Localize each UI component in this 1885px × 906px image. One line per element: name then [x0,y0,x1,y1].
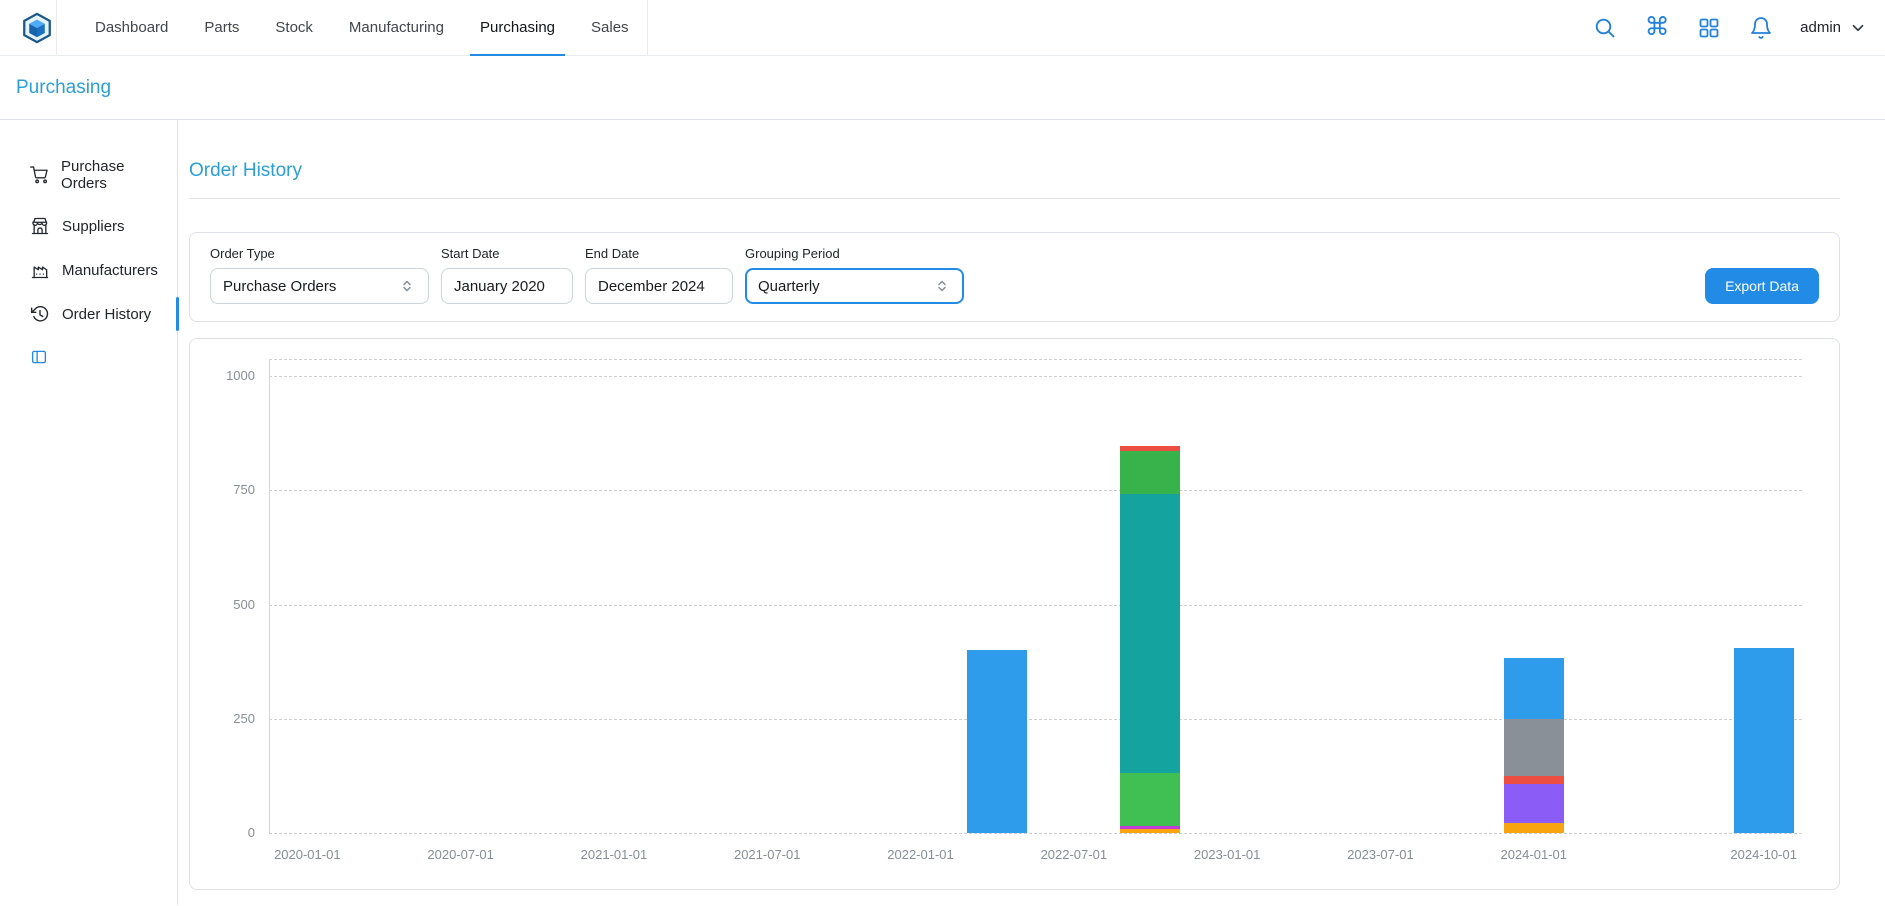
order-history-chart: 0 250 500 750 1000 2020-01-01 2020-07-01 2021-0… [190,339,1839,889]
y-axis-label: 500 [207,597,255,612]
filter-panel: Order Type Purchase Orders Start Date Ja… [189,232,1840,322]
sidebar-item-label: Purchase Orders [61,158,169,192]
chart-gridline [269,719,1802,720]
start-date-value: January 2020 [454,278,545,295]
chart-bar-segment [1504,823,1564,833]
top-navbar: Dashboard Parts Stock Manufacturing Purc… [0,0,1885,56]
chart-bar-segment [1120,829,1180,833]
end-date-value: December 2024 [598,278,705,295]
x-axis-label: 2024-01-01 [1474,847,1594,862]
chart-bar-segment [1734,648,1794,833]
factory-icon [30,260,50,280]
qr-grid-icon[interactable] [1696,15,1722,41]
chart-bar [1504,658,1564,833]
title-divider [189,198,1840,199]
app-logo[interactable] [18,9,56,47]
start-date-label: Start Date [441,246,573,261]
chart-bar [967,650,1027,833]
history-icon [30,304,50,324]
select-chevrons-icon [398,277,416,295]
chart-bar [1734,648,1794,833]
page-header: Purchasing [0,56,1885,120]
sidebar-collapse-icon[interactable] [30,348,50,368]
chart-gridline [269,605,1802,606]
chart-gridline [269,376,1802,377]
search-icon[interactable] [1592,15,1618,41]
tab-dashboard[interactable]: Dashboard [77,0,186,56]
grouping-period-value: Quarterly [758,278,820,295]
main-nav-tabs: Dashboard Parts Stock Manufacturing Purc… [77,0,647,56]
chart-gridline [269,833,1802,834]
sidebar-item-order-history[interactable]: Order History [0,292,177,336]
x-axis-label: 2022-07-01 [1014,847,1134,862]
chart-bar-segment [1504,776,1564,784]
chevron-down-icon [1849,19,1867,37]
command-palette-icon[interactable]: ⌘ [1644,15,1670,41]
y-axis-label: 0 [207,825,255,840]
main-panel: Order History Order Type Purchase Orders… [178,120,1885,905]
sidebar: Purchase Orders Suppliers Manufacturers [0,120,178,905]
chart-bar-segment [1120,451,1180,494]
chart-bar-segment [1504,658,1564,720]
x-axis-label: 2022-01-01 [861,847,981,862]
x-axis-label: 2021-01-01 [554,847,674,862]
x-axis-label: 2021-07-01 [707,847,827,862]
y-axis-line [269,359,270,833]
inventree-logo-icon [20,11,54,45]
sidebar-item-manufacturers[interactable]: Manufacturers [0,248,177,292]
order-history-chart-card: 0 250 500 750 1000 2020-01-01 2020-07-01 2021-0… [189,338,1840,890]
notifications-bell-icon[interactable] [1748,15,1774,41]
chart-gridline [269,359,1802,360]
chart-bar [1120,445,1180,833]
export-data-button[interactable]: Export Data [1705,268,1819,304]
x-axis-label: 2023-01-01 [1167,847,1287,862]
order-type-group: Order Type Purchase Orders [210,246,429,304]
order-type-select[interactable]: Purchase Orders [210,268,429,304]
user-name: admin [1800,19,1841,36]
select-chevrons-icon [933,277,951,295]
tab-sales[interactable]: Sales [573,0,647,56]
chart-bar-segment [967,650,1027,833]
order-type-label: Order Type [210,246,429,261]
end-date-label: End Date [585,246,733,261]
chart-gridline [269,490,1802,491]
tab-manufacturing[interactable]: Manufacturing [331,0,462,56]
building-store-icon [30,216,50,236]
page-title: Order History [189,160,1840,182]
tab-parts[interactable]: Parts [186,0,257,56]
sidebar-item-suppliers[interactable]: Suppliers [0,204,177,248]
nav-separator-right [647,0,648,56]
grouping-period-select[interactable]: Quarterly [745,268,964,304]
y-axis-label: 750 [207,482,255,497]
breadcrumb[interactable]: Purchasing [16,77,111,99]
sidebar-item-purchase-orders[interactable]: Purchase Orders [0,146,177,204]
tab-purchasing[interactable]: Purchasing [462,0,573,56]
end-date-group: End Date December 2024 [585,246,733,304]
chart-bar-segment [1120,773,1180,826]
y-axis-label: 1000 [207,368,255,383]
start-date-input[interactable]: January 2020 [441,268,573,304]
x-axis-label: 2024-10-01 [1704,847,1824,862]
grouping-period-label: Grouping Period [745,246,964,261]
x-axis-label: 2023-07-01 [1320,847,1440,862]
shopping-cart-icon [30,165,49,185]
content-area: Purchase Orders Suppliers Manufacturers [0,120,1885,905]
y-axis-label: 250 [207,711,255,726]
sidebar-item-label: Order History [62,306,151,323]
x-axis-label: 2020-07-01 [401,847,521,862]
user-menu[interactable]: admin [1800,19,1867,37]
end-date-input[interactable]: December 2024 [585,268,733,304]
chart-bar-segment [1504,719,1564,776]
navbar-actions: ⌘ admin [1592,15,1867,41]
sidebar-item-label: Manufacturers [62,262,158,279]
chart-bar-segment [1120,494,1180,773]
grouping-period-group: Grouping Period Quarterly [745,246,964,304]
tab-stock[interactable]: Stock [257,0,331,56]
nav-separator-left [56,0,57,56]
x-axis-label: 2020-01-01 [247,847,367,862]
chart-bar-segment [1504,784,1564,823]
start-date-group: Start Date January 2020 [441,246,573,304]
order-type-value: Purchase Orders [223,278,336,295]
sidebar-item-label: Suppliers [62,218,125,235]
